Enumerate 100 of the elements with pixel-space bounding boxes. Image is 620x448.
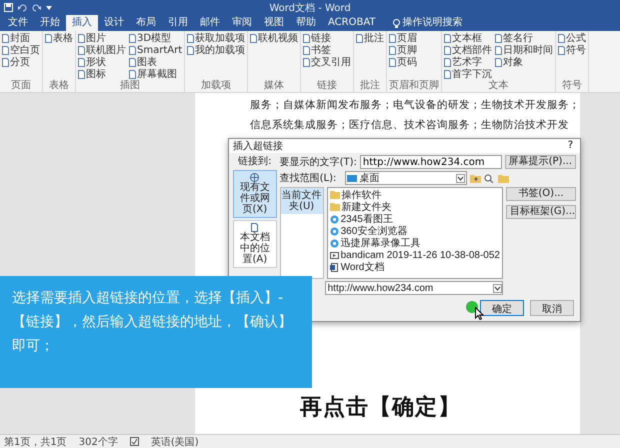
ribbon-tab[interactable]: 邮件 (194, 15, 226, 31)
window-title: Word文档 - Word (268, 2, 352, 14)
ribbon-button[interactable]: 书签 (303, 45, 352, 56)
ribbon-tab[interactable]: 视图 (258, 15, 290, 31)
group-label: 媒体 (263, 80, 286, 91)
film-icon (330, 250, 339, 260)
ribbon-button[interactable]: 封面 (2, 33, 40, 44)
ribbon-tab[interactable]: 审阅 (226, 15, 258, 31)
group-label: 批注 (359, 80, 382, 91)
instruction-caption: 选择需要插入超链接的位置，选择【插入】-【链接】，然后输入超链接的地址，【确认】即可； (0, 276, 312, 388)
ribbon-button[interactable]: 图标 (78, 69, 126, 80)
ribbon-button[interactable]: 文本框 (444, 33, 492, 44)
source-option[interactable]: 当前文件夹(U) (280, 188, 323, 214)
ribbon-button[interactable]: 页眉 (389, 33, 418, 44)
ribbon-tab[interactable]: 设计 (98, 15, 130, 31)
redo-icon[interactable] (32, 3, 41, 12)
ribbon-button[interactable]: 空白页 (2, 45, 40, 56)
ribbon-button[interactable]: 联机图片 (78, 45, 126, 56)
folder-icon (330, 203, 340, 211)
group-label: 链接 (316, 80, 338, 91)
ok-button[interactable]: 确定 (480, 300, 524, 316)
screentip-button[interactable]: 屏幕提示(P)... (504, 155, 576, 169)
file-item[interactable]: 360安全浏览器 (330, 225, 500, 237)
group-label: 符号 (561, 80, 584, 91)
link-to-option[interactable]: 现有文件或网页(X) (233, 170, 277, 218)
ribbon-tab[interactable]: 文件 (2, 15, 34, 31)
file-item[interactable]: 迅捷屏幕录像工具 (330, 237, 500, 249)
document-text: 信息系统集成服务；医疗信息、技术咨询服务；生物防治技术开发 (250, 118, 570, 133)
file-item[interactable]: bandicam 2019-11-26 10-38-08-052 (330, 249, 500, 261)
search-box[interactable]: 操作说明搜索 (390, 15, 466, 31)
ribbon-tab[interactable]: 帮助 (290, 15, 322, 31)
link-to-option[interactable]: 本文档中的位置(A) (233, 220, 277, 268)
ribbon-button[interactable]: 页脚 (389, 45, 418, 56)
ribbon-tab[interactable]: 引用 (162, 15, 194, 31)
ribbon-button[interactable]: 图表 (129, 57, 182, 68)
caret-icon[interactable] (46, 6, 52, 10)
ribbon-button[interactable]: 形状 (78, 57, 126, 68)
ribbon-button[interactable]: 链接 (303, 33, 352, 44)
lightbulb-icon (392, 18, 400, 28)
page-icon (251, 223, 258, 232)
proofing-icon[interactable] (130, 437, 139, 446)
ribbon-button[interactable]: 批注 (356, 33, 384, 44)
dropdown-arrow-icon (493, 284, 502, 292)
ribbon-button[interactable]: 联机视频 (250, 33, 298, 44)
search-label: 操作说明搜索 (402, 16, 462, 30)
display-text-field[interactable]: http://www.how234.com (360, 155, 502, 169)
cancel-button[interactable]: 取消 (530, 300, 574, 316)
field-label: 查找范围(L): (280, 172, 338, 185)
group-label: 表格 (48, 80, 70, 91)
document-icon (330, 262, 339, 272)
language-label: 英语(美国) (150, 436, 199, 448)
undo-icon[interactable] (18, 3, 27, 12)
ribbon-button[interactable]: 日期和时间 (495, 45, 554, 56)
click-indicator (466, 301, 478, 313)
address-field[interactable]: http://www.how234.com (324, 281, 503, 295)
ribbon-button[interactable]: 公式 (558, 33, 586, 44)
group-label: 文本 (488, 80, 510, 91)
ribbon-button[interactable]: 签名行 (495, 33, 554, 44)
ribbon-button[interactable]: 页码 (389, 57, 418, 68)
group-label: 页眉和页脚 (389, 80, 440, 91)
file-item[interactable]: Word文档 (330, 261, 500, 273)
ribbon-button[interactable]: 艺术字 (444, 57, 492, 68)
ribbon-button[interactable]: 符号 (558, 45, 586, 56)
video-subtitle: 再点击【确定】 (300, 394, 461, 422)
ribbon-button[interactable]: 交叉引用 (303, 57, 352, 68)
group-label: 加载项 (200, 80, 232, 91)
link-to-label: 链接到: (237, 155, 272, 168)
ribbon-button[interactable]: 获取加载项 (187, 33, 246, 44)
file-item[interactable]: 操作软件 (330, 189, 500, 201)
globe-icon (250, 173, 260, 182)
file-item[interactable]: 新建文件夹 (330, 201, 500, 213)
cursor-icon (475, 307, 484, 320)
ribbon-button[interactable]: SmartArt (129, 45, 182, 56)
search-web-icon[interactable] (484, 174, 495, 182)
word-count: 302个字 (78, 436, 118, 448)
ribbon-button[interactable]: 3D模型 (129, 33, 182, 44)
ribbon-button[interactable]: 屏幕截图 (129, 69, 182, 80)
folder-up-icon[interactable] (470, 174, 481, 182)
folder-icon (346, 174, 357, 182)
ribbon-tab[interactable]: 插入 (66, 15, 98, 31)
dialog-title: 插入超链接 (233, 140, 283, 153)
side-button[interactable]: 目标框架(G)... (506, 205, 576, 219)
ribbon-button[interactable]: 图片 (78, 33, 126, 44)
ribbon-button[interactable]: 首字下沉 (444, 69, 492, 80)
ribbon-button[interactable]: 我的加载项 (187, 45, 246, 56)
look-in-dropdown[interactable]: 桌面 (344, 171, 467, 185)
help-button[interactable]: ? (564, 140, 576, 152)
document-text: 服务；自媒体新闻发布服务；电气设备的研发；生物技术开发服务； (250, 98, 580, 113)
ribbon-tab[interactable]: ACROBAT (322, 15, 382, 31)
side-button[interactable]: 书签(O)... (506, 187, 576, 201)
page-icon (356, 34, 364, 43)
ribbon-tab[interactable]: 布局 (130, 15, 162, 31)
ribbon-button[interactable]: 文档部件 (444, 45, 492, 56)
save-icon[interactable] (4, 3, 13, 12)
ribbon-button[interactable]: 分页 (2, 57, 40, 68)
ribbon-tab[interactable]: 开始 (34, 15, 66, 31)
group-label: 页面 (10, 80, 32, 91)
file-item[interactable]: 2345看图王 (330, 213, 500, 225)
ribbon-button[interactable]: 表格 (45, 33, 73, 44)
ribbon-button[interactable]: 对象 (495, 57, 554, 68)
